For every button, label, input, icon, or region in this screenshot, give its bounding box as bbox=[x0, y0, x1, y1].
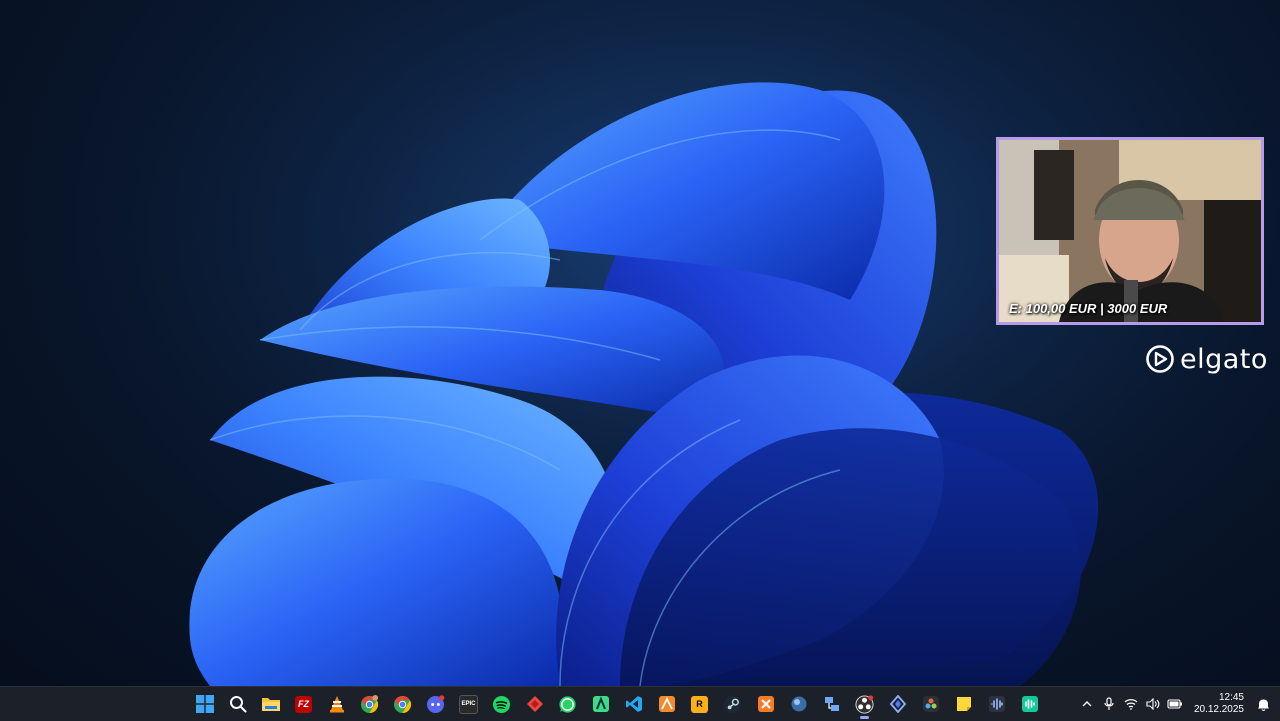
taskbar-diamond-app[interactable] bbox=[881, 687, 914, 721]
webcam-video bbox=[999, 140, 1261, 322]
chrome-icon bbox=[360, 694, 379, 713]
taskbar-davinci-resolve[interactable] bbox=[914, 687, 947, 721]
elgato-logo-icon bbox=[1146, 345, 1174, 373]
filezilla-icon: FZ bbox=[295, 695, 312, 713]
taskbar-xampp[interactable] bbox=[749, 687, 782, 721]
taskbar-anydesk[interactable] bbox=[518, 687, 551, 721]
network-icon bbox=[824, 697, 839, 711]
diamond-icon bbox=[889, 695, 906, 713]
taskbar-affinity[interactable] bbox=[650, 687, 683, 721]
taskbar-rockstar[interactable]: R bbox=[683, 687, 716, 721]
sphere-icon bbox=[791, 696, 806, 712]
taskbar-chrome[interactable] bbox=[386, 687, 419, 721]
xampp-icon bbox=[757, 696, 774, 712]
taskbar-app-sphere[interactable] bbox=[782, 687, 815, 721]
audio-wave-icon bbox=[988, 696, 1005, 712]
rockstar-icon: R bbox=[691, 695, 708, 713]
microphone-button[interactable] bbox=[1098, 687, 1120, 721]
battery-button[interactable] bbox=[1164, 687, 1186, 721]
webcam-caption: E: 100,00 EUR | 3000 EUR bbox=[1009, 301, 1168, 316]
volume-icon bbox=[1146, 698, 1160, 710]
search-button[interactable] bbox=[221, 687, 254, 721]
taskbar-obs[interactable] bbox=[848, 687, 881, 721]
battery-icon bbox=[1167, 699, 1182, 709]
chrome-icon bbox=[393, 695, 412, 713]
microphone-icon bbox=[1104, 697, 1114, 710]
taskbar-vscode[interactable] bbox=[617, 687, 650, 721]
taskbar-whatsapp[interactable] bbox=[551, 687, 584, 721]
clock[interactable]: 12:45 20.12.2025 bbox=[1194, 692, 1244, 716]
taskbar-apps: FZ EPIC R bbox=[188, 687, 1046, 721]
taskbar-steam[interactable] bbox=[716, 687, 749, 721]
vscode-icon bbox=[625, 696, 642, 712]
discord-icon bbox=[426, 694, 445, 713]
taskbar-wave-link[interactable] bbox=[1013, 687, 1046, 721]
spotify-icon bbox=[492, 695, 511, 713]
taskbar-android-studio[interactable] bbox=[584, 687, 617, 721]
windows-logo-icon bbox=[195, 695, 214, 713]
davinci-icon bbox=[922, 696, 939, 712]
taskbar-epic-games[interactable]: EPIC bbox=[452, 687, 485, 721]
network-status-button[interactable] bbox=[1120, 687, 1142, 721]
app-icon bbox=[592, 696, 609, 712]
clock-date: 20.12.2025 bbox=[1193, 704, 1244, 715]
show-hidden-icons-button[interactable] bbox=[1076, 687, 1098, 721]
taskbar-vlc[interactable] bbox=[320, 687, 353, 721]
folder-icon bbox=[261, 698, 280, 711]
webcam-overlay: E: 100,00 EUR | 3000 EUR bbox=[996, 137, 1264, 325]
steam-icon bbox=[723, 695, 742, 713]
whatsapp-icon bbox=[559, 695, 576, 713]
elgato-logo: elgato bbox=[1145, 343, 1268, 375]
notification-icon bbox=[1257, 699, 1269, 711]
taskbar-spotify[interactable] bbox=[485, 687, 518, 721]
start-button[interactable] bbox=[188, 687, 221, 721]
affinity-icon bbox=[658, 696, 675, 712]
anydesk-icon bbox=[526, 696, 543, 712]
taskbar-chrome-profile[interactable] bbox=[353, 687, 386, 721]
wifi-icon bbox=[1124, 699, 1138, 710]
search-icon bbox=[229, 696, 246, 713]
taskbar-filezilla[interactable]: FZ bbox=[287, 687, 320, 721]
epic-games-icon: EPIC bbox=[459, 694, 478, 714]
notification-center-button[interactable] bbox=[1252, 687, 1274, 721]
taskbar-file-explorer[interactable] bbox=[254, 687, 287, 721]
system-tray: 12:45 20.12.2025 bbox=[1076, 687, 1280, 721]
desktop-wallpaper bbox=[0, 0, 1280, 686]
taskbar: FZ EPIC R 12:45 20.12.2025 bbox=[0, 686, 1280, 721]
chevron-up-icon bbox=[1082, 701, 1092, 707]
wave-link-icon bbox=[1021, 696, 1038, 712]
elgato-wordmark: elgato bbox=[1180, 343, 1268, 375]
clock-time: 12:45 bbox=[1218, 692, 1244, 703]
active-indicator bbox=[860, 716, 869, 719]
volume-button[interactable] bbox=[1142, 687, 1164, 721]
sticky-notes-icon bbox=[956, 697, 971, 711]
obs-icon bbox=[855, 694, 874, 714]
taskbar-discord[interactable] bbox=[419, 687, 452, 721]
taskbar-network-tool[interactable] bbox=[815, 687, 848, 721]
taskbar-sticky-notes[interactable] bbox=[947, 687, 980, 721]
vlc-cone-icon bbox=[329, 696, 344, 713]
taskbar-audio-app[interactable] bbox=[980, 687, 1013, 721]
